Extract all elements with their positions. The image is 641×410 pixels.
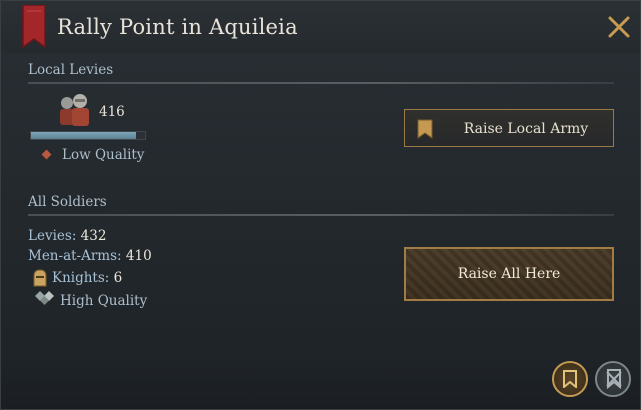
army-flag-icon (563, 370, 577, 388)
levies-label: Levies: (28, 228, 77, 244)
men-at-arms-value: 410 (125, 248, 152, 264)
men-at-arms-stat: Men-at-Arms: 410 (28, 248, 152, 264)
close-icon[interactable] (604, 12, 634, 42)
local-levies-heading: Local Levies (28, 62, 114, 78)
disband-round-button[interactable] (595, 361, 631, 397)
disband-flag-icon (606, 369, 622, 389)
high-quality-icon (35, 291, 54, 305)
all-soldiers-divider (28, 214, 614, 216)
local-levies-divider (28, 82, 614, 84)
army-flag-icon (417, 119, 433, 139)
levy-strength-bar (30, 131, 146, 140)
window-header: Rally Point in Aquileia (1, 1, 640, 53)
high-quality-label: High Quality (60, 293, 148, 309)
knights-value: 6 (113, 270, 123, 286)
all-soldiers-heading: All Soldiers (28, 194, 107, 210)
soldiers-icon (60, 94, 89, 126)
knights-stat: Knights: 6 (52, 270, 122, 286)
raise-local-army-label: Raise Local Army (463, 121, 589, 137)
low-quality-icon (41, 149, 52, 160)
knights-label: Knights: (52, 270, 110, 286)
low-quality-label: Low Quality (62, 147, 145, 163)
raise-all-here-label: Raise All Here (457, 266, 561, 282)
window-footer (1, 353, 640, 409)
raise-all-here-button[interactable]: Raise All Here (404, 247, 614, 301)
red-banner-icon (22, 5, 46, 49)
local-levy-count: 416 (99, 104, 125, 120)
rally-point-window: Rally Point in Aquileia Local Levies 416… (0, 0, 641, 410)
levies-value: 432 (80, 228, 107, 244)
levies-stat: Levies: 432 (28, 228, 106, 244)
raise-local-army-button[interactable]: Raise Local Army (404, 109, 614, 147)
men-at-arms-label: Men-at-Arms: (28, 248, 122, 264)
knight-helmet-icon (33, 269, 47, 287)
raise-army-round-button[interactable] (552, 361, 588, 397)
window-title: Rally Point in Aquileia (57, 15, 298, 39)
levy-strength-fill (31, 132, 136, 139)
